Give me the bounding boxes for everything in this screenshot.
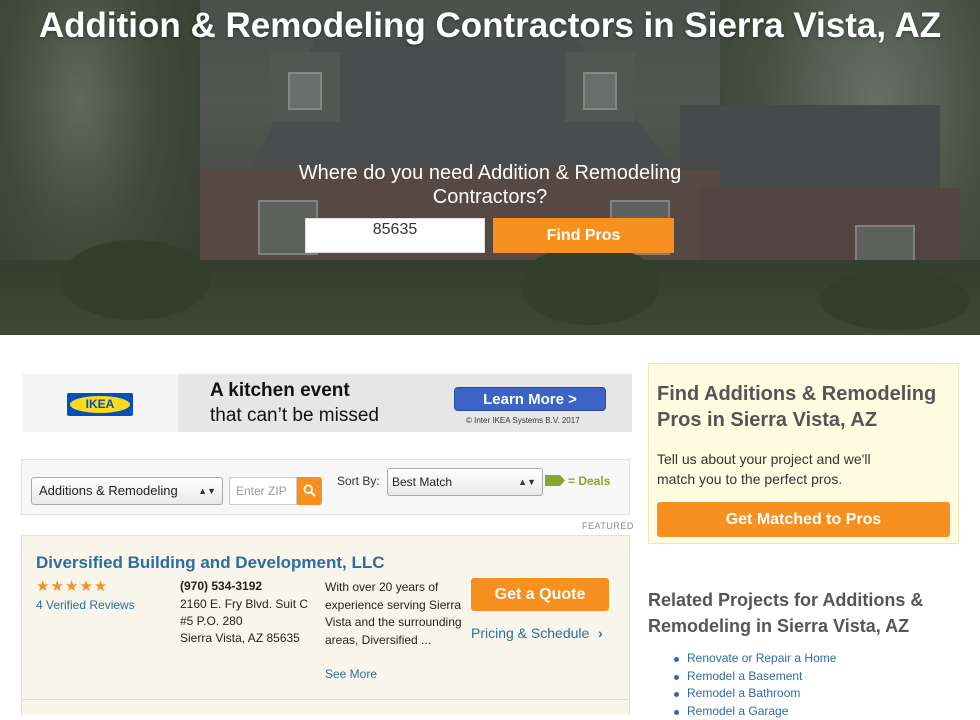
select-arrows-icon: ▲▼: [518, 469, 536, 495]
phone-number: (970) 534-3192: [180, 579, 262, 593]
get-quote-button[interactable]: Get a Quote: [471, 578, 609, 611]
business-description: With over 20 years of experience serving…: [325, 579, 467, 649]
related-project-link[interactable]: Remodel a Bathroom: [670, 685, 836, 703]
related-projects-list: Renovate or Repair a Home Remodel a Base…: [670, 650, 836, 720]
related-projects-title: Related Projects for Additions & Remodel…: [648, 587, 948, 639]
match-box-title: Find Additions & Remodeling Pros in Sier…: [657, 381, 953, 433]
chevron-right-icon: ›: [598, 625, 603, 641]
sort-select[interactable]: Best Match ▲▼: [387, 468, 543, 496]
ad-headline: A kitchen event: [210, 380, 350, 402]
learn-more-button[interactable]: Learn More >: [454, 387, 606, 411]
related-project-link[interactable]: Renovate or Repair a Home: [670, 650, 836, 668]
page-title: Addition & Remodeling Contractors in Sie…: [20, 4, 960, 48]
deals-legend: = Deals: [568, 474, 610, 488]
match-box: Find Additions & Remodeling Pros in Sier…: [648, 363, 959, 544]
listing-card: Diversified Building and Development, LL…: [21, 535, 630, 715]
ad-copyright: © Inter IKEA Systems B.V. 2017: [466, 416, 580, 425]
sort-label: Sort By:: [337, 474, 380, 488]
address-line: Sierra Vista, AZ 85635: [180, 630, 320, 647]
address-line: #5 P.O. 280: [180, 613, 320, 630]
select-arrows-icon: ▲▼: [198, 478, 216, 504]
location-question: Where do you need Addition & Remodeling …: [290, 161, 690, 209]
category-select-value: Additions & Remodeling: [39, 483, 178, 498]
pricing-schedule-link[interactable]: Pricing & Schedule: [471, 625, 589, 641]
search-icon: [303, 484, 316, 497]
deals-tag-icon: [545, 475, 565, 486]
business-address: 2160 E. Fry Blvd. Suit C #5 P.O. 280 Sie…: [180, 596, 320, 647]
zip-filter-input[interactable]: Enter ZIP: [229, 477, 297, 505]
featured-label: FEATURED: [582, 521, 634, 531]
zip-search-button[interactable]: [297, 477, 322, 505]
ad-banner[interactable]: IKEA A kitchen event that can’t be misse…: [22, 374, 632, 432]
related-project-link[interactable]: Remodel a Basement: [670, 668, 836, 686]
star-rating: ★★★★★: [36, 577, 108, 595]
ikea-logo: IKEA: [67, 393, 133, 416]
filter-bar: Additions & Remodeling ▲▼ Enter ZIP Sort…: [21, 459, 630, 515]
hero-banner: Addition & Remodeling Contractors in Sie…: [0, 0, 980, 335]
divider: [22, 699, 629, 700]
sort-select-value: Best Match: [392, 475, 452, 489]
see-more-link[interactable]: See More: [325, 667, 377, 681]
business-name-link[interactable]: Diversified Building and Development, LL…: [36, 553, 385, 573]
match-box-description: Tell us about your project and we'll mat…: [657, 449, 907, 489]
related-project-link[interactable]: Remodel a Garage: [670, 703, 836, 720]
reviews-link[interactable]: 4 Verified Reviews: [36, 598, 135, 612]
ad-subline: that can’t be missed: [210, 405, 379, 427]
find-pros-button[interactable]: Find Pros: [493, 218, 674, 253]
get-matched-button[interactable]: Get Matched to Pros: [657, 502, 950, 537]
category-select[interactable]: Additions & Remodeling ▲▼: [31, 477, 223, 505]
zip-input[interactable]: 85635: [305, 218, 485, 253]
address-line: 2160 E. Fry Blvd. Suit C: [180, 596, 320, 613]
ad-panel: A kitchen event that can’t be missed Lea…: [178, 374, 632, 432]
